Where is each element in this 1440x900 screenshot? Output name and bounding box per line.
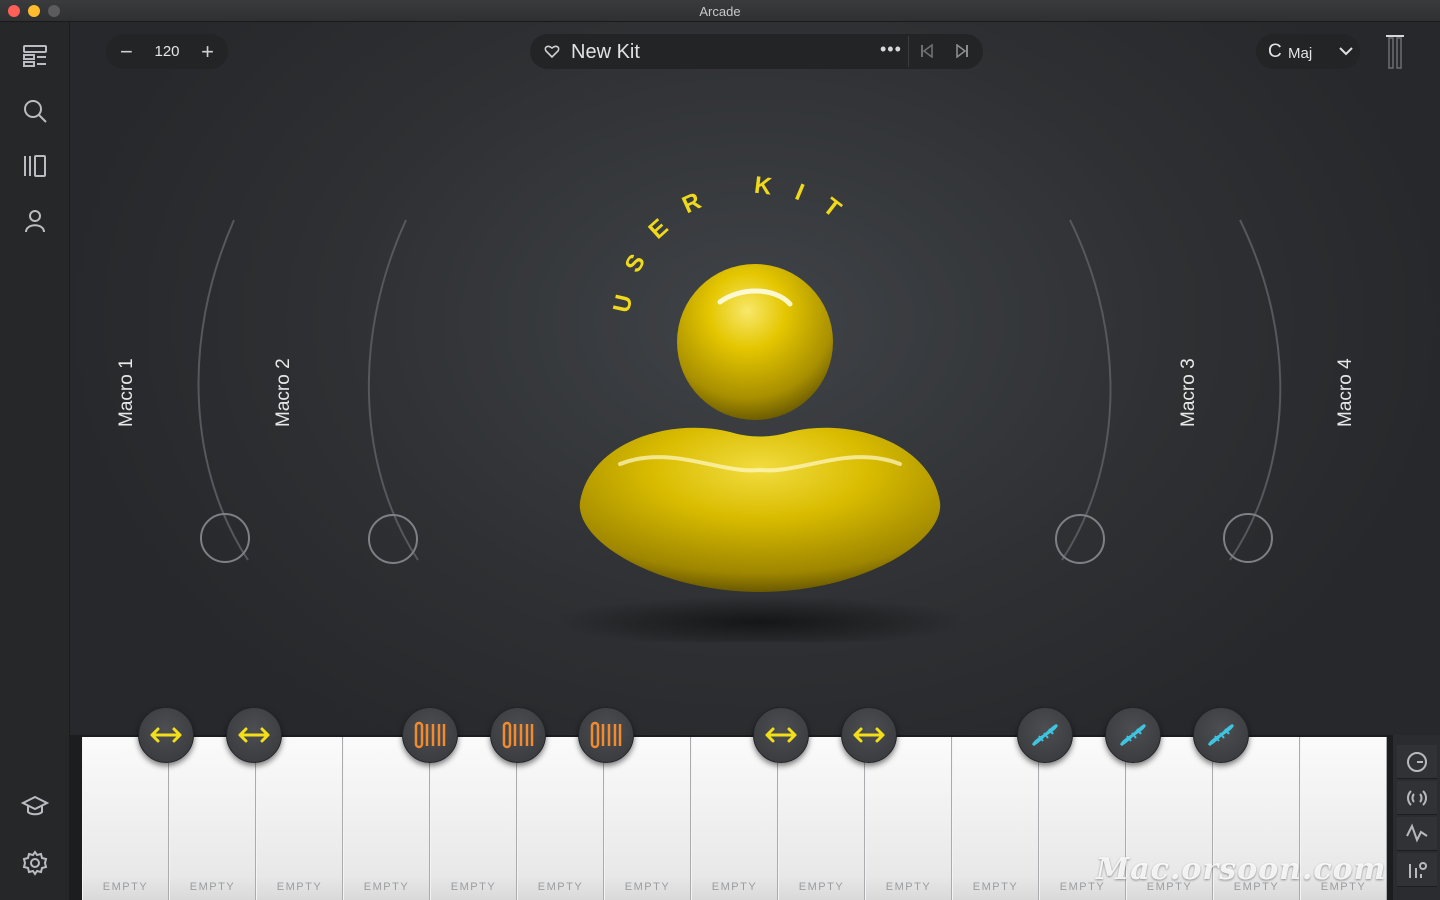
key-label: EMPTY	[450, 881, 497, 893]
sidebar	[0, 22, 70, 900]
horizontal-arrows-icon	[853, 727, 885, 743]
key-pad[interactable]: EMPTY	[778, 737, 865, 900]
dna-icon	[1207, 723, 1235, 747]
broadcast-icon[interactable]	[1397, 781, 1437, 815]
dna-pad-button[interactable]	[1105, 707, 1161, 763]
slice-pad-button[interactable]	[578, 707, 634, 763]
stretch-pad-button[interactable]	[226, 707, 282, 763]
window-title: Arcade	[699, 4, 741, 19]
horizontal-arrows-icon	[238, 727, 270, 743]
stretch-pad-button[interactable]	[753, 707, 809, 763]
key-label: EMPTY	[276, 881, 323, 893]
user-kit-avatar	[560, 264, 960, 642]
slices-icon	[502, 721, 534, 749]
key-label: EMPTY	[972, 881, 1019, 893]
watermark: Mac.orsoon.com	[1096, 852, 1387, 887]
gear-icon[interactable]	[15, 843, 55, 883]
mixer-settings-icon[interactable]	[1397, 853, 1437, 887]
key-pad[interactable]: EMPTY	[517, 737, 604, 900]
graduation-cap-icon[interactable]	[15, 786, 55, 826]
key-label: EMPTY	[537, 881, 584, 893]
key-label: EMPTY	[885, 881, 932, 893]
stretch-pad-button[interactable]	[138, 707, 194, 763]
timer-icon[interactable]	[1397, 745, 1437, 779]
keyboard-tools	[1392, 735, 1440, 900]
key-label: EMPTY	[624, 881, 671, 893]
horizontal-arrows-icon	[150, 727, 182, 743]
dna-pad-button[interactable]	[1017, 707, 1073, 763]
horizontal-arrows-icon	[765, 727, 797, 743]
key-pad[interactable]: EMPTY	[430, 737, 517, 900]
stretch-pad-button[interactable]	[841, 707, 897, 763]
key-label: EMPTY	[189, 881, 236, 893]
layout-icon[interactable]	[15, 36, 55, 76]
key-label: EMPTY	[363, 881, 410, 893]
dna-pad-button[interactable]	[1193, 707, 1249, 763]
key-label: EMPTY	[711, 881, 758, 893]
slice-pad-button[interactable]	[490, 707, 546, 763]
key-pad[interactable]: EMPTY	[952, 737, 1039, 900]
key-pad[interactable]: EMPTY	[256, 737, 343, 900]
slices-icon	[590, 721, 622, 749]
slices-icon	[414, 721, 446, 749]
dna-icon	[1031, 723, 1059, 747]
title-bar: Arcade	[0, 0, 1440, 22]
key-pad[interactable]: EMPTY	[343, 737, 430, 900]
key-pad[interactable]: EMPTY	[604, 737, 691, 900]
dna-icon	[1119, 723, 1147, 747]
library-icon[interactable]	[15, 146, 55, 186]
key-label: EMPTY	[798, 881, 845, 893]
user-icon[interactable]	[15, 201, 55, 241]
key-pad[interactable]: EMPTY	[169, 737, 256, 900]
slice-pad-button[interactable]	[402, 707, 458, 763]
key-label: EMPTY	[102, 881, 149, 893]
waveform-icon[interactable]	[1397, 817, 1437, 851]
key-pad[interactable]: EMPTY	[691, 737, 778, 900]
main-area: − 120 + New Kit ••• C Maj Macro 1 Macro …	[70, 22, 1440, 900]
app-window: Arcade − 120 + New Kit ••• C Maj Macro 1…	[0, 0, 1440, 900]
search-icon[interactable]	[15, 91, 55, 131]
